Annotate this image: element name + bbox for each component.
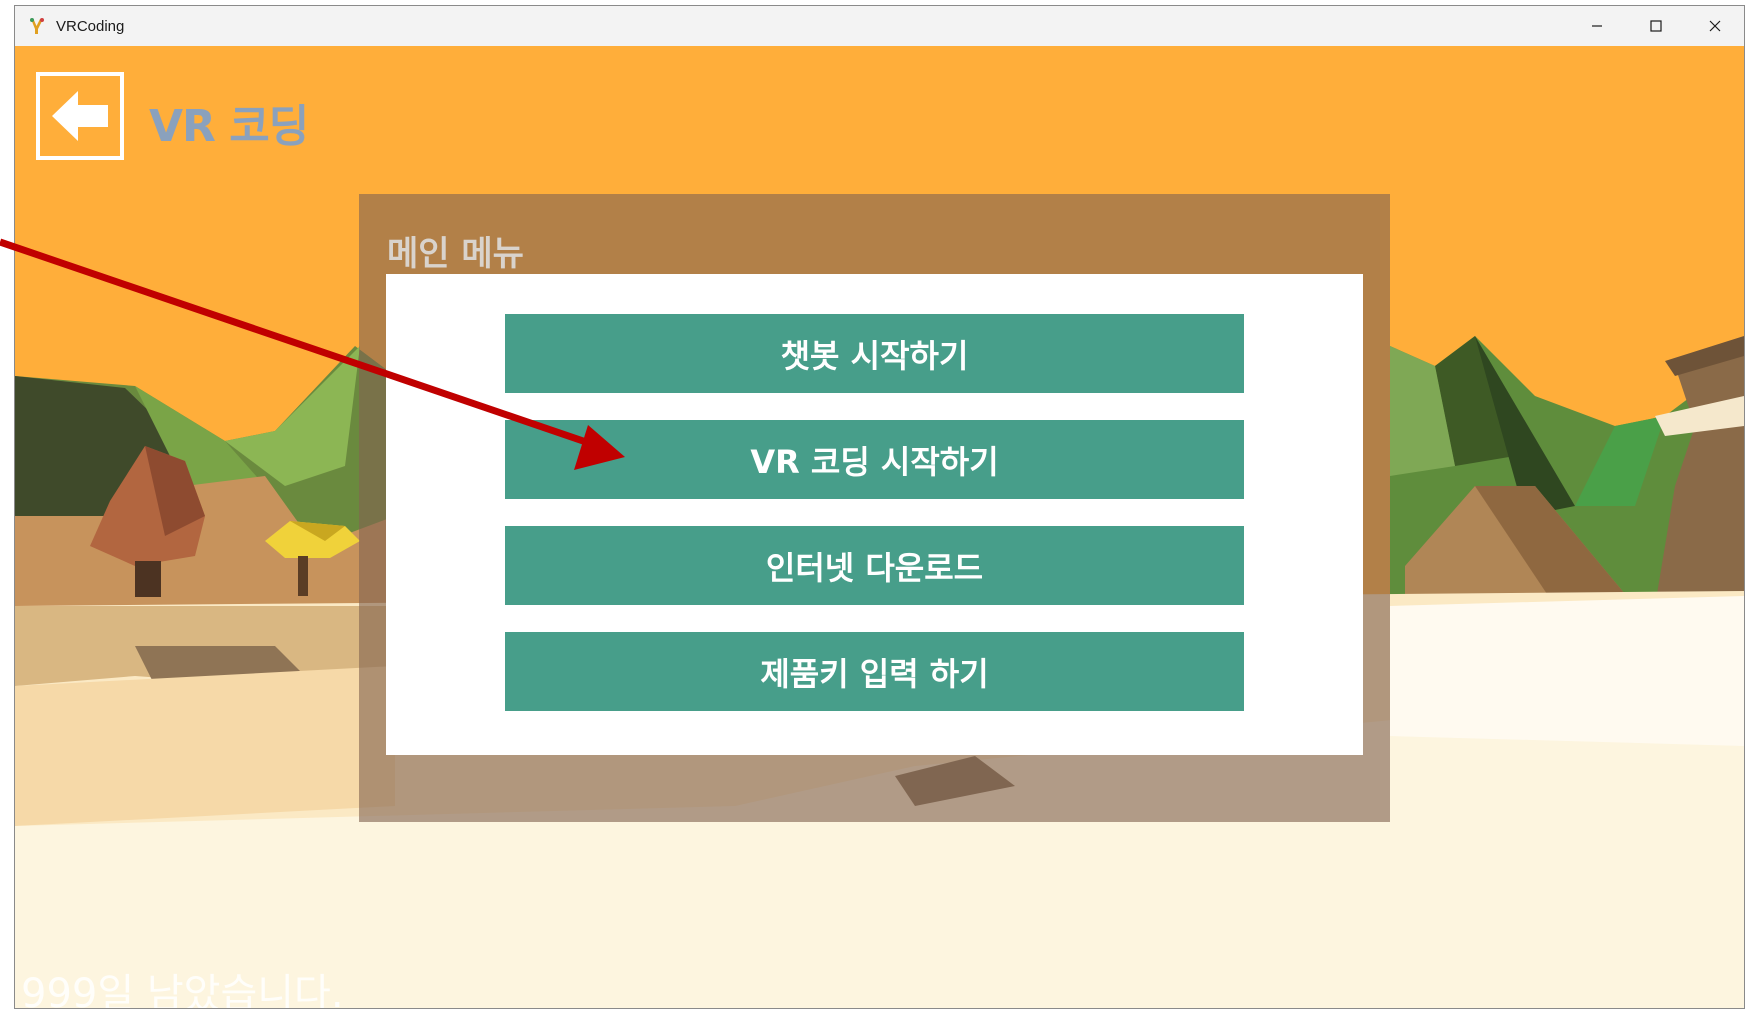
start-vr-coding-button[interactable]: VR 코딩 시작하기 [505, 420, 1244, 499]
window-controls [1567, 6, 1744, 46]
close-icon [1709, 20, 1720, 32]
enter-product-key-button[interactable]: 제품키 입력 하기 [505, 632, 1244, 711]
minimize-button[interactable] [1567, 6, 1626, 46]
minimize-icon [1591, 25, 1602, 27]
maximize-icon [1649, 20, 1662, 32]
internet-download-button[interactable]: 인터넷 다운로드 [505, 526, 1244, 605]
back-button[interactable] [36, 72, 124, 160]
days-left-text: 999일 남았습니다. [21, 971, 344, 1008]
left-arrow-icon [52, 91, 108, 141]
title-bar[interactable]: VRCoding [15, 6, 1744, 46]
screen-title: VR 코딩 [149, 101, 309, 152]
start-chatbot-button[interactable]: 챗봇 시작하기 [505, 314, 1244, 393]
main-menu-panel: 메인 메뉴 챗봇 시작하기 VR 코딩 시작하기 인터넷 다운로드 제품키 입력… [359, 194, 1390, 822]
menu-title: 메인 메뉴 [387, 234, 524, 274]
window-title: VRCoding [56, 17, 125, 35]
scene-viewport: VR 코딩 메인 메뉴 챗봇 시작하기 VR 코딩 시작하기 인터넷 다운로드 … [15, 46, 1744, 1008]
app-icon [28, 17, 46, 35]
maximize-button[interactable] [1626, 6, 1685, 46]
close-button[interactable] [1685, 6, 1744, 46]
menu-card: 챗봇 시작하기 VR 코딩 시작하기 인터넷 다운로드 제품키 입력 하기 [386, 274, 1363, 755]
app-window: VRCoding VR 코딩 메인 메뉴 챗봇 시작하기 VR 코딩 시작하기 … [14, 5, 1745, 1009]
